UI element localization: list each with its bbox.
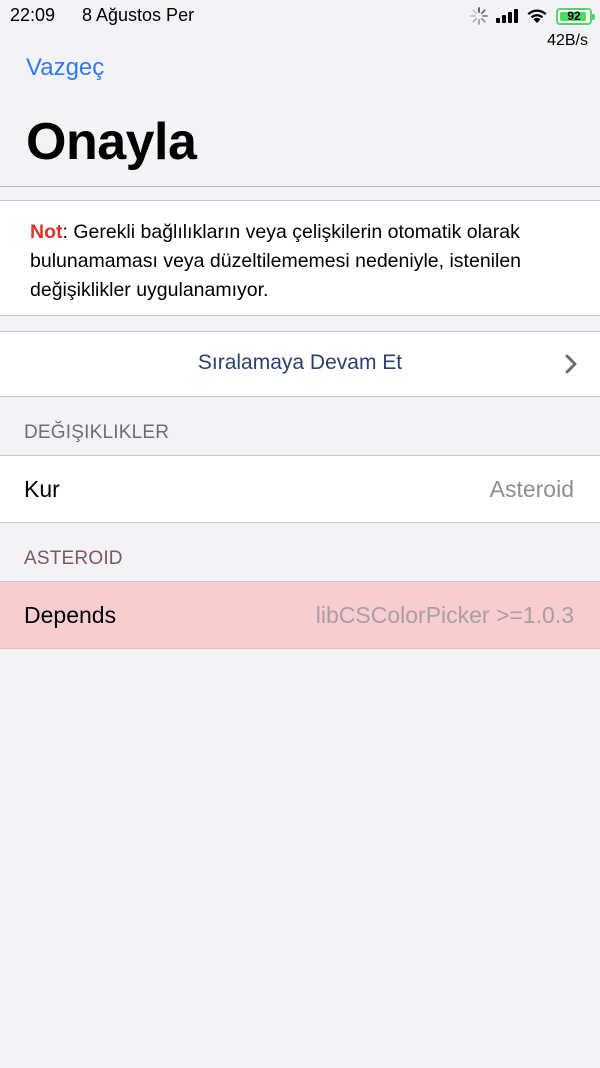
section-header-changes: DEĞIŞIKLIKLER [24,422,170,443]
change-package: Asteroid [489,476,574,502]
status-bar: 22:09 8 Ağustos Per 92 42B/s [0,0,600,49]
chevron-right-icon [565,354,577,374]
status-date: 8 Ağustos Per [82,5,195,25]
status-time: 22:09 [10,5,56,25]
network-speed: 42B/s [547,32,588,49]
page-title: Onayla [26,113,197,171]
wifi-icon [527,9,547,23]
battery-icon: 92 [556,7,595,25]
note-text: Not: Gerekli bağlılıkların veya çelişkil… [30,218,570,305]
dependency-type: Depends [24,602,117,628]
change-row-install[interactable]: Kur Asteroid [0,455,600,523]
activity-spinner-icon [470,7,488,25]
change-action: Kur [24,476,60,502]
section-header-asteroid: ASTEROID [24,548,123,569]
dependency-requirement: libCSColorPicker >=1.0.3 [315,602,574,628]
status-indicators: 92 [470,4,595,28]
cancel-button[interactable]: Vazgeç [26,54,104,82]
note-label: Not [30,221,63,243]
cellular-signal-icon [496,9,518,23]
battery-level: 92 [567,9,581,23]
note-message: : Gerekli bağlılıkların veya çelişkileri… [30,221,522,301]
continue-queue-label: Sıralamaya Devam Et [197,351,403,374]
dependency-row-error[interactable]: Depends libCSColorPicker >=1.0.3 [0,581,600,649]
continue-queue-button[interactable]: Sıralamaya Devam Et [0,331,600,397]
nav-divider [0,186,600,187]
note-cell: Not: Gerekli bağlılıkların veya çelişkil… [0,200,600,316]
